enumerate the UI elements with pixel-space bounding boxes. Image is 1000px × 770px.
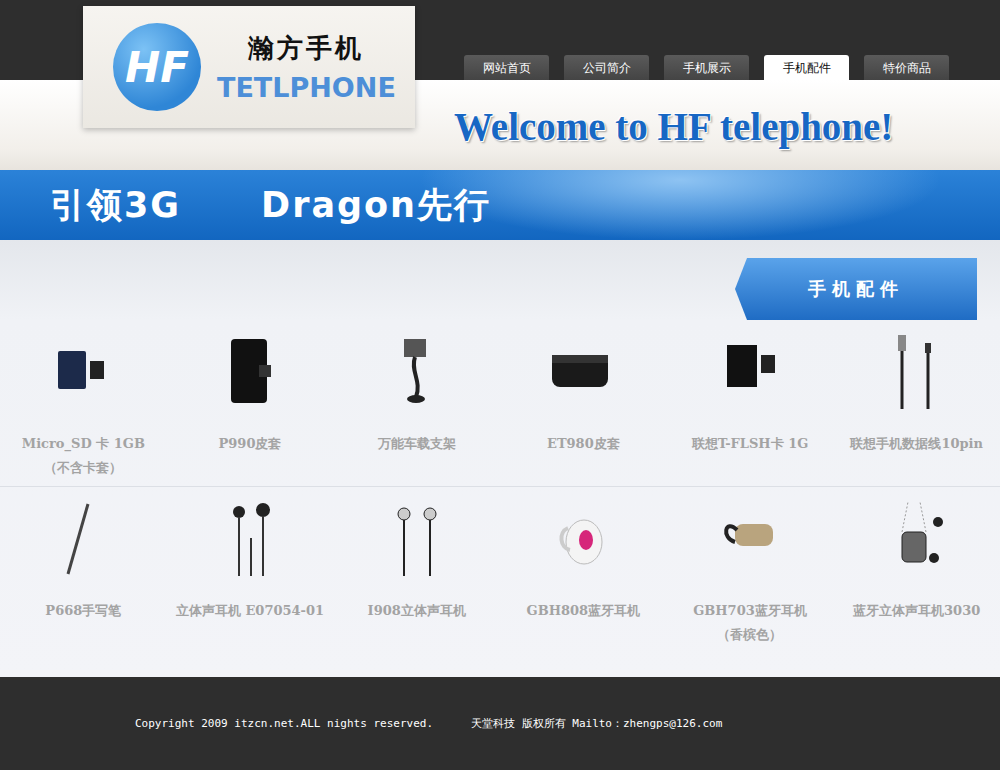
product-item[interactable]: P990皮套 [167, 320, 334, 486]
product-name[interactable]: I908立体声耳机 [368, 599, 466, 623]
product-image[interactable] [867, 326, 967, 418]
product-icon [705, 331, 795, 413]
product-name[interactable]: P668手写笔 [45, 599, 121, 623]
content: 手机配件 Micro_SD 卡 1GB（不含卡套） P990皮套 万能车载支架 ET98… [0, 240, 1000, 677]
product-image[interactable] [367, 493, 467, 585]
header: HF瀚方手机TETLPHONE网站首页公司简介手机展示手机配件特价商品Welco… [0, 0, 1000, 170]
product-item[interactable]: 联想手机数据线10pin [833, 320, 1000, 486]
nav-tab[interactable]: 公司简介 [564, 55, 649, 80]
product-item[interactable]: GBH808蓝牙耳机 [500, 487, 667, 677]
banner: 引领3G Dragon先行 [0, 170, 1000, 240]
product-name[interactable]: 联想T-FLSH卡 1G [692, 432, 809, 456]
product-image[interactable] [533, 326, 633, 418]
product-icon [538, 331, 628, 413]
welcome-text: Welcome to HF telephone! [454, 104, 949, 149]
product-name[interactable]: GBH808蓝牙耳机 [527, 599, 641, 623]
logo-text: 瀚方手机 TETLPHONE [217, 31, 396, 103]
product-icon [705, 498, 795, 580]
product-image[interactable] [700, 493, 800, 585]
section-title: 手机配件 [735, 258, 977, 320]
logo-mark: HF [113, 23, 201, 111]
product-name[interactable]: ET980皮套 [547, 432, 620, 456]
product-name[interactable]: GBH703蓝牙耳机（香槟色） [693, 599, 807, 647]
product-item[interactable]: Micro_SD 卡 1GB（不含卡套） [0, 320, 167, 486]
logo-name: 瀚方手机 [248, 31, 364, 66]
product-icon [872, 498, 962, 580]
footer-text: 天堂科技 版权所有 Mailto：zhengps@126.com [471, 716, 722, 731]
product-image[interactable] [33, 493, 133, 585]
title-bar: 手机配件 [0, 240, 1000, 320]
product-icon [538, 498, 628, 580]
product-icon [372, 331, 462, 413]
product-image[interactable] [200, 493, 300, 585]
product-name[interactable]: P990皮套 [219, 432, 282, 456]
product-item[interactable]: 万能车载支架 [333, 320, 500, 486]
product-icon [372, 498, 462, 580]
product-icon [205, 498, 295, 580]
product-image[interactable] [200, 326, 300, 418]
product-name[interactable]: 立体声耳机 E07054-01 [176, 599, 324, 623]
product-item[interactable]: 蓝牙立体声耳机3030 [833, 487, 1000, 677]
product-name[interactable]: 蓝牙立体声耳机3030 [853, 599, 980, 623]
product-image[interactable] [33, 326, 133, 418]
product-image[interactable] [867, 493, 967, 585]
product-name[interactable]: 万能车载支架 [378, 432, 456, 456]
product-row: P668手写笔 立体声耳机 E07054-01 I908立体声耳机 GBH808蓝牙耳… [0, 487, 1000, 677]
banner-text: Dragon先行 [261, 182, 491, 229]
product-icon [205, 331, 295, 413]
product-icon [872, 331, 962, 413]
nav-tab[interactable]: 手机展示 [664, 55, 749, 80]
banner-text: 引领3G [50, 182, 181, 229]
product-icon [38, 331, 128, 413]
header-right: 网站首页公司简介手机展示手机配件特价商品Welcome to HF teleph… [464, 0, 949, 170]
product-item[interactable]: I908立体声耳机 [333, 487, 500, 677]
product-item[interactable]: 立体声耳机 E07054-01 [167, 487, 334, 677]
footer: Copyright 2009 itzcn.net.ALL nights rese… [0, 677, 1000, 770]
product-image[interactable] [533, 493, 633, 585]
product-icon [38, 498, 128, 580]
nav-tab[interactable]: 网站首页 [464, 55, 549, 80]
product-item[interactable]: ET980皮套 [500, 320, 667, 486]
product-name[interactable]: 联想手机数据线10pin [850, 432, 983, 456]
product-item[interactable]: 联想T-FLSH卡 1G [667, 320, 834, 486]
product-image[interactable] [367, 326, 467, 418]
nav-tab[interactable]: 手机配件 [764, 55, 849, 80]
logo[interactable]: HF 瀚方手机 TETLPHONE [83, 6, 415, 128]
page: HF瀚方手机TETLPHONE网站首页公司简介手机展示手机配件特价商品Welco… [0, 0, 1000, 770]
product-name[interactable]: Micro_SD 卡 1GB（不含卡套） [22, 432, 145, 480]
footer-text: Copyright 2009 itzcn.net.ALL nights rese… [135, 717, 433, 730]
nav-tab[interactable]: 特价商品 [864, 55, 949, 80]
product-item[interactable]: P668手写笔 [0, 487, 167, 677]
logo-subtitle: TETLPHONE [217, 72, 396, 103]
product-item[interactable]: GBH703蓝牙耳机（香槟色） [667, 487, 834, 677]
product-image[interactable] [700, 326, 800, 418]
product-row: Micro_SD 卡 1GB（不含卡套） P990皮套 万能车载支架 ET980皮套 联… [0, 320, 1000, 487]
nav: 网站首页公司简介手机展示手机配件特价商品 [464, 55, 949, 80]
